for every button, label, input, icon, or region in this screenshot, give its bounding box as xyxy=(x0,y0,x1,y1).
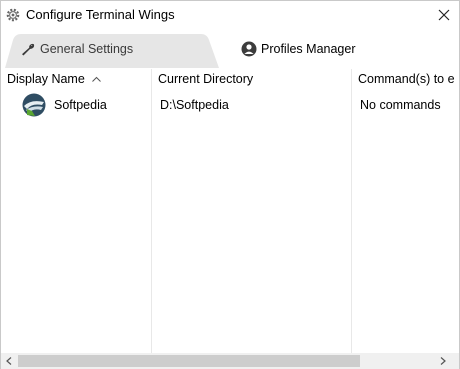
tab-strip: General Settings SOFTPEDIA Profiles Mana… xyxy=(1,29,459,98)
profile-directory: D:\Softpedia xyxy=(160,98,229,112)
chevron-right-icon xyxy=(440,357,446,365)
sort-ascending-icon xyxy=(92,76,102,82)
tab-general-settings-label: General Settings xyxy=(40,42,134,56)
wrench-icon xyxy=(22,43,35,56)
gear-icon xyxy=(6,8,20,22)
tab-profiles-manager-label: Profiles Manager xyxy=(261,42,356,56)
tab-general-settings[interactable]: General Settings xyxy=(5,32,221,68)
scrollbar-thumb[interactable] xyxy=(18,355,360,367)
horizontal-scrollbar[interactable] xyxy=(1,353,459,369)
close-button[interactable] xyxy=(429,1,459,29)
list-item[interactable]: Softpedia D:\Softpedia No commands xyxy=(1,91,459,119)
configure-window: Configure Terminal Wings General Setting… xyxy=(0,0,460,369)
list-header: Display Name Current Directory Command(s… xyxy=(1,69,459,89)
scroll-left-button[interactable] xyxy=(1,353,17,369)
column-header-label: Current Directory xyxy=(158,72,254,86)
close-icon xyxy=(438,9,450,21)
column-header-display-name[interactable]: Display Name xyxy=(7,69,149,89)
profile-icon xyxy=(22,93,46,117)
scroll-right-button[interactable] xyxy=(435,353,451,369)
column-header-label: Command(s) to e xyxy=(358,72,455,86)
title-bar: Configure Terminal Wings xyxy=(1,1,459,29)
profile-commands: No commands xyxy=(360,98,441,112)
column-header-current-directory[interactable]: Current Directory xyxy=(158,69,348,89)
column-header-commands[interactable]: Command(s) to e xyxy=(358,69,459,89)
column-header-label: Display Name xyxy=(7,72,85,86)
chevron-left-icon xyxy=(6,357,12,365)
profile-name: Softpedia xyxy=(54,98,107,112)
tab-profiles-manager[interactable]: Profiles Manager xyxy=(241,41,356,57)
user-icon xyxy=(241,41,257,57)
profiles-list[interactable]: Display Name Current Directory Command(s… xyxy=(1,69,459,353)
window-title: Configure Terminal Wings xyxy=(26,7,175,22)
